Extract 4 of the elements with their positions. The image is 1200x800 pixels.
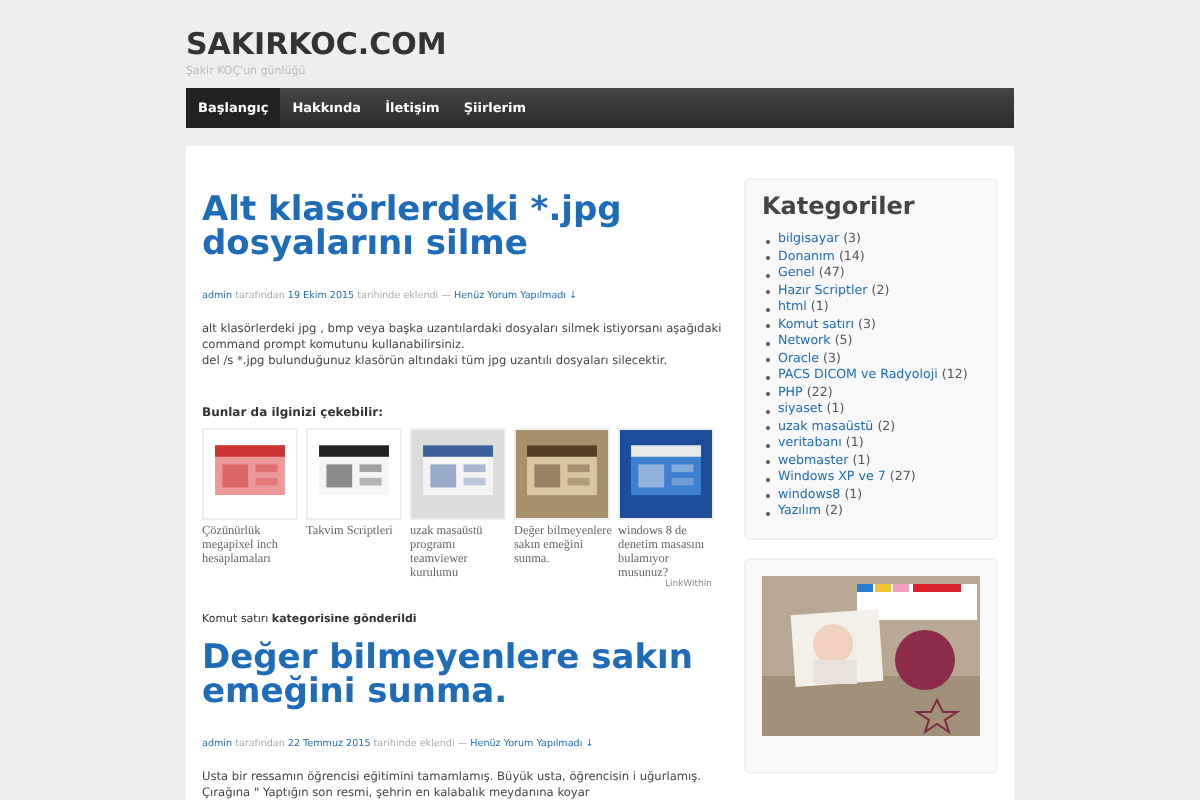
site-title[interactable]: SAKIRKOC.COM [186,26,447,62]
post-title[interactable]: Alt klasörlerdeki *.jpg dosyalarını silme [202,194,728,262]
post-title[interactable]: Değer bilmeyenlere sakın emeğini sunma. [202,642,728,710]
widget-title: Kategoriler [762,192,917,220]
